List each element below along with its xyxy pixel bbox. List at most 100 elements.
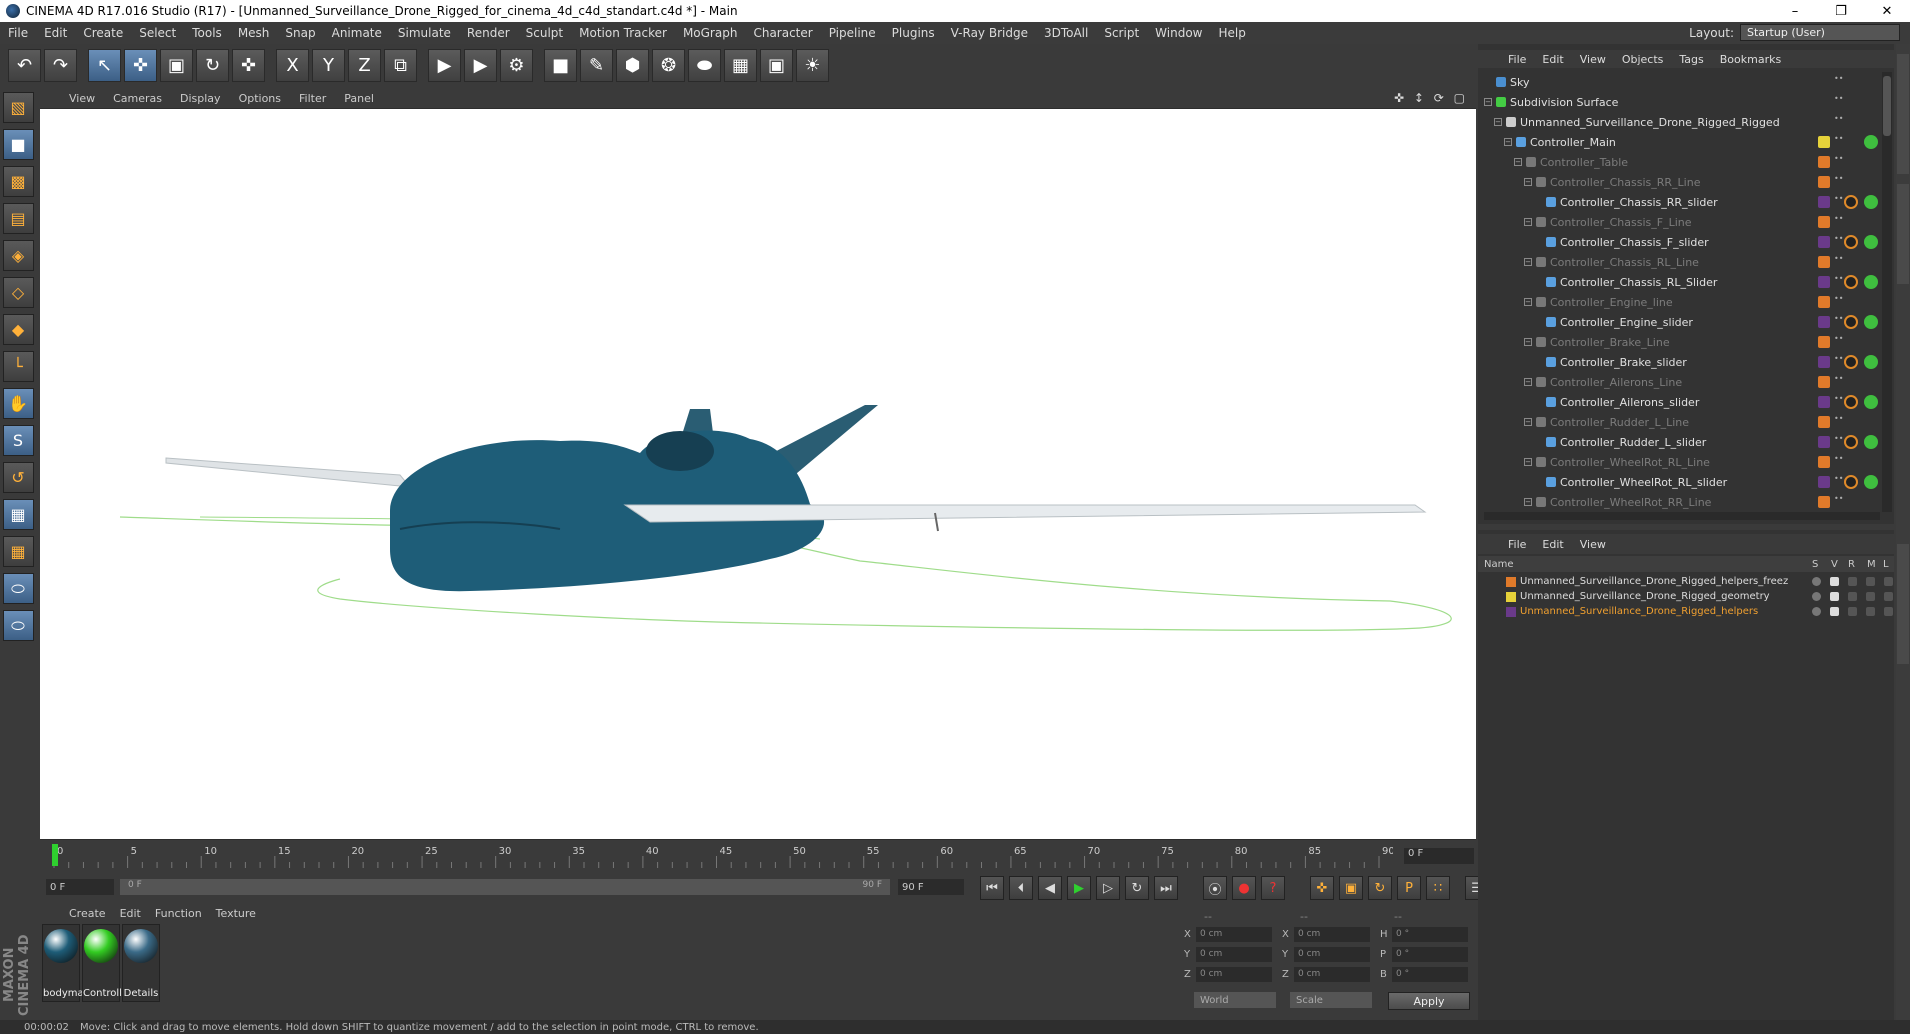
visibility-dots-icon[interactable]: ••: [1834, 215, 1843, 228]
tweak-mode-button[interactable]: ✋: [2, 388, 34, 419]
timeline-ruler[interactable]: 0 5 10 15 20 25 30 35 40 45 50 55 60 65 70 75 80 85 90 0 F: [40, 842, 1476, 872]
next-frame-button[interactable]: ▷: [1096, 876, 1120, 900]
object-row[interactable]: − Controller_Engine_line ••: [1478, 292, 1880, 312]
undo-button[interactable]: ↶: [8, 48, 41, 82]
playhead[interactable]: [52, 844, 58, 866]
layer-color-swatch[interactable]: [1506, 606, 1516, 617]
protection-tag-icon[interactable]: [1844, 355, 1858, 369]
texture-mode-button[interactable]: ▩: [2, 166, 34, 197]
sidebar-tab-objects[interactable]: [1897, 54, 1909, 174]
menu-item-simulate[interactable]: Simulate: [390, 26, 459, 40]
menu-item-render[interactable]: Render: [459, 26, 518, 40]
object-menu-file[interactable]: File: [1500, 53, 1534, 66]
viewport-canvas[interactable]: [40, 109, 1476, 839]
menu-item-window[interactable]: Window: [1147, 26, 1210, 40]
expand-toggle-icon[interactable]: −: [1524, 378, 1532, 386]
expand-toggle-icon[interactable]: [1534, 398, 1542, 406]
subdivision-button[interactable]: ⬢: [616, 48, 649, 82]
layer-row[interactable]: Unmanned_Surveillance_Drone_Rigged_geome…: [1478, 589, 1894, 604]
scale-button[interactable]: ▣: [160, 48, 193, 82]
python-1-button[interactable]: ⬭: [2, 573, 34, 604]
expand-toggle-icon[interactable]: [1534, 358, 1542, 366]
object-row[interactable]: − Controller_WheelRot_RR_Line ••: [1478, 492, 1880, 512]
expand-toggle-icon[interactable]: [1534, 198, 1542, 206]
material-tag-icon[interactable]: [1864, 315, 1878, 329]
object-row[interactable]: Controller_Chassis_F_slider ••: [1478, 232, 1880, 252]
expand-toggle-icon[interactable]: −: [1524, 418, 1532, 426]
object-row[interactable]: − Controller_Brake_Line ••: [1478, 332, 1880, 352]
viewport-menu-view[interactable]: View: [60, 92, 104, 105]
menu-item-edit[interactable]: Edit: [36, 26, 75, 40]
visibility-dots-icon[interactable]: ••: [1834, 315, 1843, 328]
visibility-dots-icon[interactable]: ••: [1834, 395, 1843, 408]
object-row[interactable]: Controller_Rudder_L_slider ••: [1478, 432, 1880, 452]
visibility-dots-icon[interactable]: ••: [1834, 455, 1843, 468]
visibility-dots-icon[interactable]: ••: [1834, 435, 1843, 448]
viewport-navigation-icons[interactable]: ✜ ↕ ⟳ ▢: [1394, 91, 1468, 105]
material-menu-function[interactable]: Function: [148, 907, 209, 920]
expand-toggle-icon[interactable]: −: [1494, 118, 1502, 126]
visibility-dots-icon[interactable]: ••: [1834, 95, 1843, 108]
restore-button[interactable]: ❐: [1818, 0, 1864, 22]
material-tag-icon[interactable]: [1864, 235, 1878, 249]
light-button[interactable]: ☀: [796, 48, 829, 82]
close-button[interactable]: ✕: [1864, 0, 1910, 22]
workplane-mode-button[interactable]: ▤: [2, 203, 34, 234]
end-frame-field[interactable]: 90 F: [898, 879, 964, 895]
expand-toggle-icon[interactable]: −: [1504, 138, 1512, 146]
protection-tag-icon[interactable]: [1844, 235, 1858, 249]
menu-item-v-ray-bridge[interactable]: V-Ray Bridge: [943, 26, 1036, 40]
material-tag-icon[interactable]: [1864, 475, 1878, 489]
move-key-button[interactable]: ✜: [1310, 876, 1334, 900]
material-tag-icon[interactable]: [1864, 195, 1878, 209]
object-row[interactable]: − Controller_Chassis_RR_Line ••: [1478, 172, 1880, 192]
z-axis-button[interactable]: Z: [348, 48, 381, 82]
menu-item-snap[interactable]: Snap: [277, 26, 323, 40]
menu-item-pipeline[interactable]: Pipeline: [821, 26, 884, 40]
object-row[interactable]: − Controller_Table ••: [1478, 152, 1880, 172]
object-row[interactable]: Controller_Chassis_RL_Slider ••: [1478, 272, 1880, 292]
menu-item-plugins[interactable]: Plugins: [884, 26, 943, 40]
layer-color-swatch[interactable]: [1818, 156, 1830, 168]
object-row[interactable]: − Unmanned_Surveillance_Drone_Rigged_Rigg…: [1478, 112, 1880, 132]
move-button[interactable]: ✜: [124, 48, 157, 82]
menu-item-character[interactable]: Character: [745, 26, 820, 40]
object-row[interactable]: − Controller_Rudder_L_Line ••: [1478, 412, 1880, 432]
layer-view-icon[interactable]: [1830, 592, 1839, 601]
expand-toggle-icon[interactable]: [1534, 478, 1542, 486]
magnet-button[interactable]: ↺: [2, 462, 34, 493]
edges-mode-button[interactable]: ◇: [2, 277, 34, 308]
object-row[interactable]: Controller_Chassis_RR_slider ••: [1478, 192, 1880, 212]
viewport-menu-display[interactable]: Display: [171, 92, 230, 105]
layer-color-swatch[interactable]: [1506, 576, 1516, 587]
go-to-start-button[interactable]: ⏮: [980, 876, 1004, 900]
cloner-button[interactable]: ❂: [652, 48, 685, 82]
layer-color-swatch[interactable]: [1818, 256, 1830, 268]
layer-lock-icon[interactable]: [1884, 607, 1893, 616]
sidebar-tab-content[interactable]: [1897, 184, 1909, 284]
last-tool-button[interactable]: ✜: [232, 48, 265, 82]
redo-button[interactable]: ↷: [44, 48, 77, 82]
layer-lock-icon[interactable]: [1884, 577, 1893, 586]
layer-color-swatch[interactable]: [1818, 176, 1830, 188]
menu-item-script[interactable]: Script: [1096, 26, 1147, 40]
layer-view-icon[interactable]: [1830, 607, 1839, 616]
live-selection-button[interactable]: ↖: [88, 48, 121, 82]
menu-item-select[interactable]: Select: [131, 26, 184, 40]
coord-field[interactable]: 0 cm: [1294, 946, 1370, 962]
layer-color-swatch[interactable]: [1818, 416, 1830, 428]
visibility-dots-icon[interactable]: ••: [1834, 75, 1843, 88]
viewport-menu-filter[interactable]: Filter: [290, 92, 335, 105]
model-mode-button[interactable]: ■: [2, 129, 34, 160]
layout-dropdown[interactable]: Startup (User): [1740, 24, 1900, 41]
menu-item-motion-tracker[interactable]: Motion Tracker: [571, 26, 675, 40]
coord-field[interactable]: 0 cm: [1196, 926, 1272, 942]
layer-row[interactable]: Unmanned_Surveillance_Drone_Rigged_helpe…: [1478, 574, 1894, 589]
object-row[interactable]: Controller_WheelRot_RL_slider ••: [1478, 472, 1880, 492]
visibility-dots-icon[interactable]: ••: [1834, 115, 1843, 128]
visibility-dots-icon[interactable]: ••: [1834, 295, 1843, 308]
material-swatch[interactable]: bodyma: [42, 924, 84, 1002]
object-row[interactable]: Controller_Ailerons_slider ••: [1478, 392, 1880, 412]
points-mode-button[interactable]: ◈: [2, 240, 34, 271]
expand-toggle-icon[interactable]: −: [1524, 338, 1532, 346]
